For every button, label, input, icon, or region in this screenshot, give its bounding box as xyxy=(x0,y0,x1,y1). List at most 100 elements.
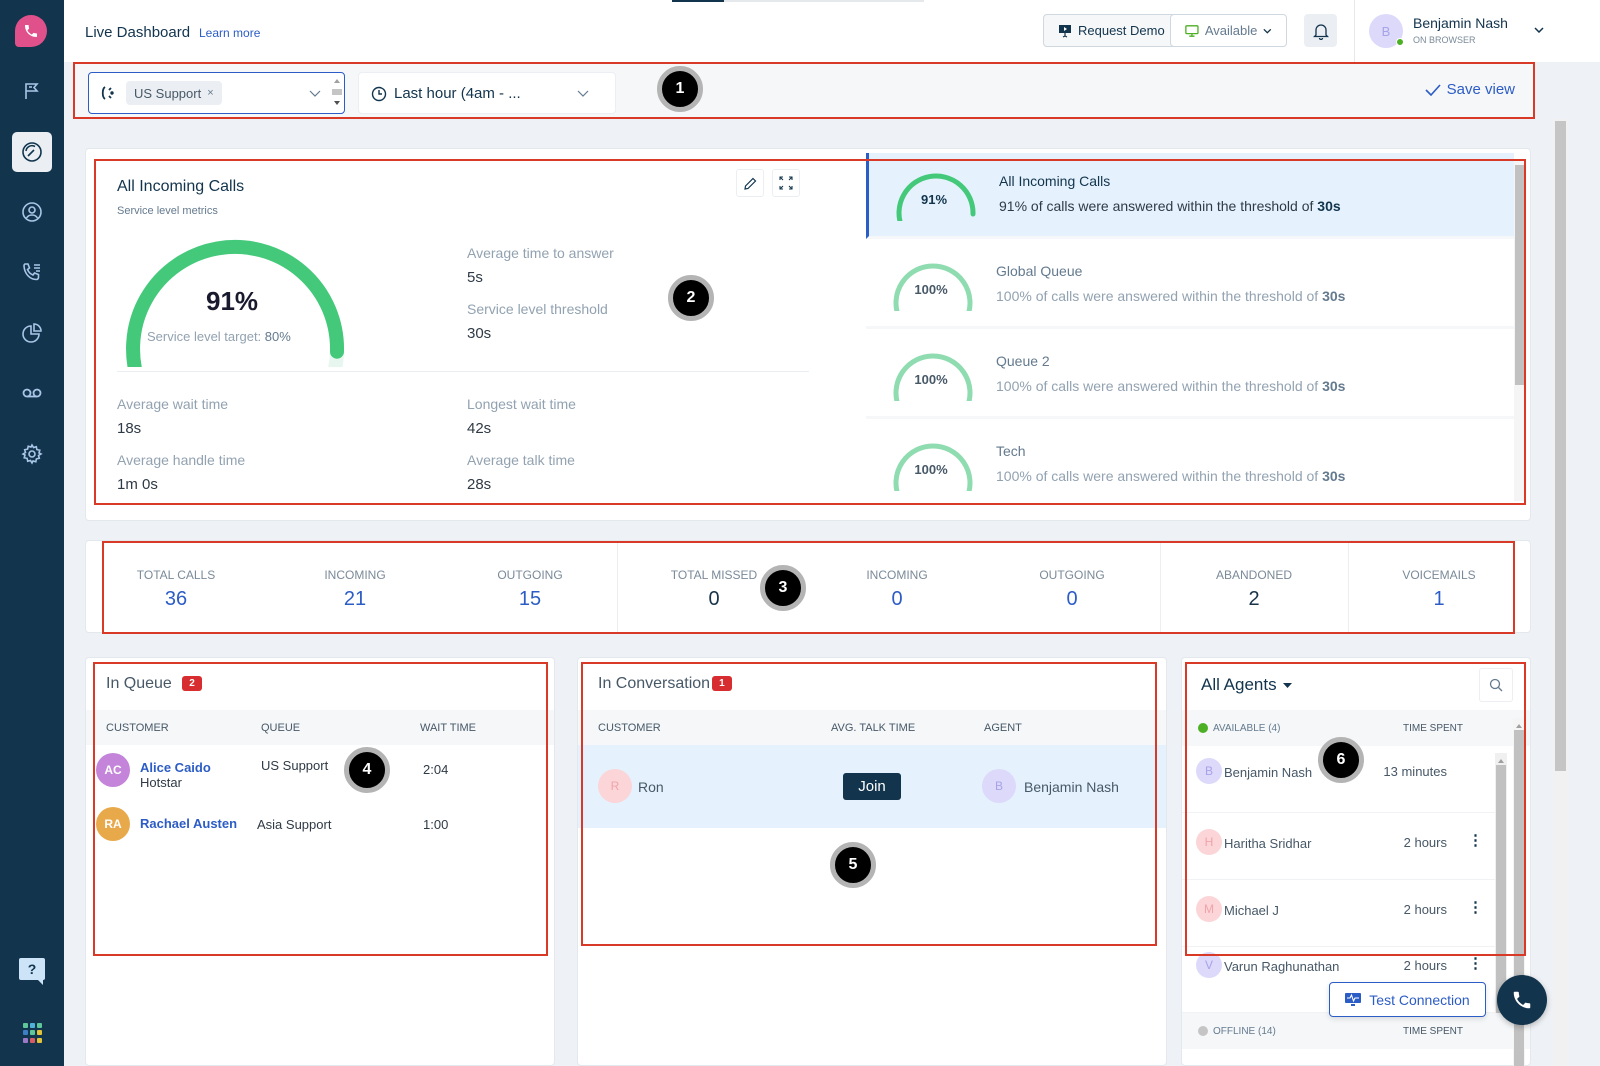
metric-value: 30s xyxy=(467,325,492,342)
stat-item: INCOMING 21 xyxy=(275,541,435,634)
sidebar-item-voicemail[interactable] xyxy=(12,373,52,413)
edit-button[interactable] xyxy=(736,169,764,197)
offline-count-label: OFFLINE (14) xyxy=(1213,1026,1276,1037)
stat-label: OUTGOING xyxy=(497,568,563,582)
phone-icon xyxy=(1513,991,1531,1009)
time-range-label: Last hour (4am - ... xyxy=(394,85,521,102)
app-dot xyxy=(30,1023,35,1028)
column-header[interactable]: WAIT TIME xyxy=(420,722,476,734)
request-demo-label: Request Demo xyxy=(1078,23,1165,38)
flag-icon xyxy=(25,83,39,99)
sidebar-item-flag[interactable] xyxy=(12,71,52,111)
annotation-marker: 5 xyxy=(830,842,876,888)
stat-item: TOTAL CALLS 36 xyxy=(96,541,256,634)
phone-dialer-button[interactable] xyxy=(1497,975,1547,1025)
save-view-label: Save view xyxy=(1446,81,1515,98)
panel-title-text: In Conversation xyxy=(598,675,711,692)
stat-value: 36 xyxy=(164,588,188,610)
queue-gauge-label: 100% xyxy=(914,282,948,297)
queue-list-scrollbar[interactable] xyxy=(1514,161,1526,501)
chevron-down-icon[interactable] xyxy=(309,90,321,97)
column-header[interactable]: AVG. TALK TIME xyxy=(831,722,915,734)
in-queue-title: In Queue 2 xyxy=(106,675,202,693)
request-demo-button[interactable]: Request Demo xyxy=(1043,14,1180,47)
metric-label: Average time to answer xyxy=(467,245,614,261)
sidebar-item-call-log[interactable] xyxy=(12,252,52,292)
agent-name: Varun Raghunathan xyxy=(1224,959,1340,974)
availability-dropdown[interactable]: Available xyxy=(1170,14,1287,47)
more-options-icon[interactable]: ⋮ xyxy=(1468,954,1483,972)
available-status-dot xyxy=(1198,723,1208,733)
notifications-button[interactable] xyxy=(1304,14,1337,47)
call-stats-bar: TOTAL CALLS 36 INCOMING 21 OUTGOING 15 TOTA… xyxy=(85,540,1531,634)
sidebar-item-analytics[interactable] xyxy=(12,313,52,353)
table-header: CUSTOMER QUEUE WAIT TIME xyxy=(86,710,554,745)
expand-button[interactable] xyxy=(772,169,800,197)
stat-value: 21 xyxy=(343,588,367,610)
app-dot xyxy=(37,1037,42,1043)
annotation-marker: 4 xyxy=(344,747,390,793)
stat-item: INCOMING 0 xyxy=(817,541,977,634)
user-menu-toggle[interactable] xyxy=(1534,20,1544,38)
agent-row[interactable]: M Michael J 2 hours ⋮ xyxy=(1182,880,1497,947)
column-header[interactable]: CUSTOMER xyxy=(106,722,169,734)
queue-service-item[interactable]: 100% Queue 2 100% of calls were answered… xyxy=(866,333,1514,419)
save-view-button[interactable]: Save view xyxy=(1425,81,1515,98)
search-agents-button[interactable] xyxy=(1479,668,1513,702)
queue-select[interactable]: US Support × xyxy=(88,72,345,114)
annotation-marker: 2 xyxy=(668,275,714,321)
queue-gauge-label: 100% xyxy=(914,372,948,387)
more-options-icon[interactable]: ⋮ xyxy=(1468,831,1483,849)
queue-name: Queue 2 xyxy=(996,353,1050,369)
user-avatar[interactable]: B xyxy=(1369,14,1404,48)
stat-item: ABANDONED 2 xyxy=(1174,541,1334,634)
learn-more-link[interactable]: Learn more xyxy=(199,26,260,40)
voicemail-icon xyxy=(22,388,42,398)
queue-service-item[interactable]: 100% Global Queue 100% of calls were ans… xyxy=(866,243,1514,329)
test-connection-button[interactable]: Test Connection xyxy=(1329,982,1486,1017)
sidebar-item-dashboard[interactable] xyxy=(12,132,52,172)
metric-label: Average wait time xyxy=(117,396,229,412)
caret-down-icon xyxy=(1283,682,1293,688)
column-header[interactable]: QUEUE xyxy=(261,722,300,734)
help-icon[interactable]: ? xyxy=(19,958,45,985)
join-button[interactable]: Join xyxy=(843,773,901,800)
more-options-icon[interactable]: ⋮ xyxy=(1468,898,1483,916)
customer-company: Hotstar xyxy=(140,775,182,790)
gear-icon xyxy=(21,443,43,465)
available-section-header: AVAILABLE (4) TIME SPENT xyxy=(1182,710,1530,746)
column-header[interactable]: AGENT xyxy=(984,722,1022,734)
annotation-marker: 6 xyxy=(1318,737,1364,783)
queue-description: 100% of calls were answered within the t… xyxy=(996,378,1346,394)
in-conversation-title: In Conversation 1 xyxy=(598,675,732,693)
stat-item: OUTGOING 15 xyxy=(450,541,610,634)
chevron-down-icon xyxy=(577,90,589,97)
sidebar-item-settings[interactable] xyxy=(12,434,52,474)
user-name[interactable]: Benjamin Nash xyxy=(1413,15,1508,31)
agent-row[interactable]: H Haritha Sridhar 2 hours ⋮ xyxy=(1182,813,1497,880)
stat-label: ABANDONED xyxy=(1215,568,1292,582)
queue-service-item[interactable]: 91% All Incoming Calls 91% of calls were… xyxy=(866,153,1514,239)
phone-logo-icon[interactable] xyxy=(15,15,47,47)
sidebar-item-contacts[interactable] xyxy=(12,192,52,232)
user-initial: B xyxy=(1381,23,1391,39)
apps-grid-icon[interactable] xyxy=(23,1023,43,1043)
stat-label: OUTGOING xyxy=(1039,568,1105,582)
agents-filter-dropdown[interactable]: All Agents xyxy=(1201,675,1293,695)
stat-value: 2 xyxy=(1248,588,1260,610)
customer-name-link[interactable]: Alice Caido xyxy=(140,760,211,775)
column-header[interactable]: CUSTOMER xyxy=(598,722,661,734)
app-dot xyxy=(37,1023,42,1028)
remove-chip-icon[interactable]: × xyxy=(207,87,213,99)
agent-name: Haritha Sridhar xyxy=(1224,836,1312,851)
metric-value: 28s xyxy=(467,476,492,493)
customer-name: Ron xyxy=(638,779,664,795)
queue-select-scrollbar[interactable] xyxy=(330,73,344,113)
clock-icon xyxy=(371,86,387,102)
table-row[interactable]: R Ron Join B Benjamin Nash xyxy=(578,745,1166,828)
queue-description: 100% of calls were answered within the t… xyxy=(996,468,1346,484)
queue-service-item[interactable]: 100% Tech 100% of calls were answered wi… xyxy=(866,423,1514,505)
page-scrollbar[interactable] xyxy=(1553,119,1568,1066)
time-range-select[interactable]: Last hour (4am - ... xyxy=(358,72,616,114)
customer-name-link[interactable]: Rachael Austen xyxy=(140,816,237,831)
